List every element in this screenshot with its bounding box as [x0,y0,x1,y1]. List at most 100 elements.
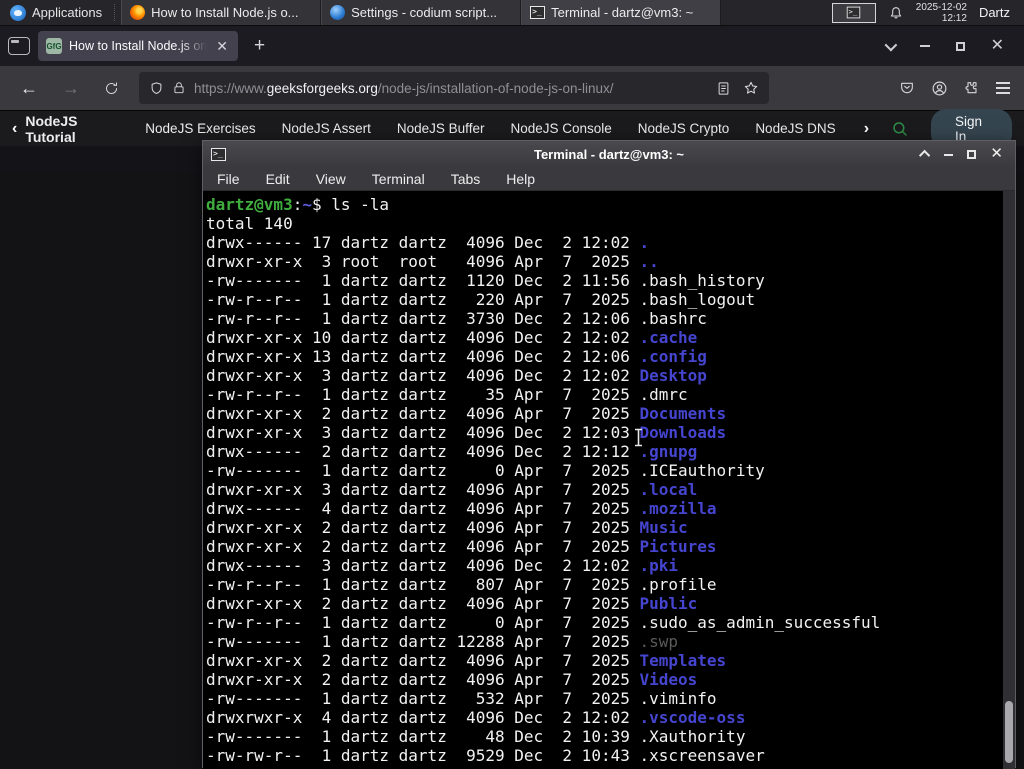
terminal-line: drwxr-xr-x 2 dartz dartz 4096 Apr 7 2025… [206,651,727,670]
terminal-menu-terminal[interactable]: Terminal [372,171,425,187]
terminal-titlebar[interactable]: Terminal - dartz@vm3: ~ ✕ [203,141,1015,167]
terminal-scrollbar[interactable] [1003,191,1015,769]
chevron-left-icon: ‹ [12,119,18,137]
terminal-line: -rw-r--r-- 1 dartz dartz 0 Apr 7 2025 .s… [206,613,881,632]
browser-tab-active[interactable]: GfG How to Install Node.js on ✕ [38,31,238,61]
terminal-line: drwx------ 4 dartz dartz 4096 Apr 7 2025… [206,499,717,518]
reader-mode-icon[interactable] [716,81,731,96]
forward-button[interactable]: → [52,78,90,99]
terminal-line: -rw-r--r-- 1 dartz dartz 3730 Dec 2 12:0… [206,309,707,328]
terminal-line: drwxr-xr-x 3 root root 4096 Apr 7 2025 .… [206,252,659,271]
terminal-shade-icon[interactable] [919,149,931,162]
desktop: Applications How to Install Node.js o...… [0,0,1024,769]
terminal-scrollbar-thumb[interactable] [1005,701,1013,763]
chevron-right-icon[interactable]: › [864,120,869,138]
terminal-menu-view[interactable]: View [316,171,346,187]
user-menu[interactable]: Dartz [979,5,1014,20]
gfg-favicon: GfG [46,38,62,54]
save-to-pocket-icon[interactable] [899,80,915,96]
terminal-line: drwxr-xr-x 10 dartz dartz 4096 Dec 2 12:… [206,328,698,347]
terminal-line: drwxr-xr-x 2 dartz dartz 4096 Apr 7 2025… [206,518,688,537]
site-nav-link[interactable]: NodeJS DNS [755,121,835,136]
terminal-screen[interactable]: dartz@vm3:~$ ls -la total 140 drwx------ 1… [203,191,1015,769]
tracking-shield-icon[interactable] [149,81,164,96]
panel-indicators: 2025-12-02 12:12 Dartz [822,0,1024,25]
workspace-terminal-icon [847,6,861,19]
site-nav-primary-link[interactable]: ‹ NodeJS Tutorial [12,113,123,145]
reload-icon[interactable] [94,81,129,96]
terminal-window-title: Terminal - dartz@vm3: ~ [533,146,685,162]
notifications-bell-icon[interactable] [888,5,904,21]
url-bar[interactable]: https://www.geeksforgeeks.org/node-js/in… [139,72,769,104]
terminal-minimize-icon[interactable] [944,154,954,156]
workspace-switcher[interactable] [831,2,876,23]
browser-close-icon[interactable]: ✕ [991,38,1004,54]
codium-icon [330,5,346,20]
taskbar-button[interactable]: Settings - codium script... [321,0,522,25]
back-button[interactable]: ← [10,78,48,99]
site-nav-link[interactable]: NodeJS Assert [282,121,371,136]
browser-minimize-icon[interactable] [919,45,930,47]
terminal-menu-file[interactable]: File [217,171,240,187]
browser-maximize-icon[interactable] [955,41,965,51]
terminal-line: total 140 [206,214,293,233]
terminal-menu-help[interactable]: Help [506,171,535,187]
taskbar: How to Install Node.js o... Settings - co… [121,0,822,25]
site-nav-link[interactable]: NodeJS Exercises [145,121,255,136]
terminal-line: -rw------- 1 dartz dartz 532 Apr 7 2025 … [206,689,717,708]
browser-tab-bar: GfG How to Install Node.js on ✕ + ✕ [0,26,1024,66]
terminal-maximize-icon[interactable] [967,149,977,159]
terminal-line: -rw------- 1 dartz dartz 1120 Dec 2 11:5… [206,271,765,290]
applications-menu-button[interactable]: Applications [0,0,112,25]
terminal-line: -rw-rw-r-- 1 dartz dartz 9529 Dec 2 10:4… [206,746,765,765]
site-nav-link[interactable]: NodeJS Crypto [638,121,730,136]
list-tabs-icon[interactable] [884,38,897,51]
applications-label: Applications [32,5,103,20]
terminal-line: -rw-r--r-- 1 dartz dartz 220 Apr 7 2025 … [206,290,756,309]
terminal-line: drwxr-xr-x 2 dartz dartz 4096 Apr 7 2025… [206,594,698,613]
taskbar-button-label: Settings - codium script... [351,5,498,20]
taskbar-button[interactable]: Terminal - dartz@vm3: ~ [521,0,722,25]
clock-time: 12:12 [941,12,967,24]
extensions-icon[interactable] [964,80,980,96]
site-search-icon[interactable] [891,120,909,138]
lock-icon[interactable] [172,81,186,95]
terminal-line: drwxrwxr-x 4 dartz dartz 4096 Dec 2 12:0… [206,708,746,727]
url-text[interactable]: https://www.geeksforgeeks.org/node-js/in… [194,81,708,96]
terminal-close-icon[interactable]: ✕ [990,146,1003,161]
site-nav-links: NodeJS Exercises NodeJS Assert NodeJS Buff… [145,121,841,136]
terminal-line: -rw-r--r-- 1 dartz dartz 35 Apr 7 2025 .… [206,385,688,404]
tab-title: How to Install Node.js on [69,39,208,53]
top-panel: Applications How to Install Node.js o...… [0,0,1024,26]
terminal-output: dartz@vm3:~$ ls -la total 140 drwx------ 1… [203,191,1015,765]
terminal-menu-tabs[interactable]: Tabs [451,171,481,187]
terminal-menu-edit[interactable]: Edit [266,171,290,187]
menu-icon[interactable] [996,82,1010,94]
terminal-icon [530,6,546,19]
taskbar-button[interactable]: How to Install Node.js o... [121,0,322,25]
firefox-view-icon[interactable] [8,37,30,55]
terminal-line: drwxr-xr-x 2 dartz dartz 4096 Apr 7 2025… [206,537,717,556]
terminal-line: drwxr-xr-x 2 dartz dartz 4096 Apr 7 2025… [206,404,727,423]
firefox-icon [130,5,146,20]
account-icon[interactable] [931,80,948,97]
tab-close-icon[interactable]: ✕ [214,38,230,55]
terminal-window: Terminal - dartz@vm3: ~ ✕ File Edit View Te… [202,140,1016,769]
site-nav-link[interactable]: NodeJS Console [510,121,611,136]
browser-toolbar: ← → https://www.geeksforgeeks.org/node-j… [0,66,1024,110]
bookmark-star-icon[interactable] [743,80,759,96]
site-nav-link[interactable]: NodeJS Buffer [397,121,485,136]
terminal-window-icon [211,147,226,161]
terminal-line: drwx------ 17 dartz dartz 4096 Dec 2 12:… [206,233,650,252]
clock-date: 2025-12-02 [915,1,967,13]
terminal-line: drwxr-xr-x 3 dartz dartz 4096 Dec 2 12:0… [206,366,707,385]
panel-separator [114,4,119,21]
new-tab-button[interactable]: + [246,35,273,57]
applications-icon [10,4,26,21]
terminal-line: drwxr-xr-x 3 dartz dartz 4096 Dec 2 12:0… [206,423,727,442]
terminal-menubar: File Edit View Terminal Tabs Help [203,167,1015,191]
terminal-line: drwxr-xr-x 3 dartz dartz 4096 Apr 7 2025… [206,480,698,499]
panel-clock[interactable]: 2025-12-02 12:12 [916,2,967,24]
terminal-line: drwxr-xr-x 2 dartz dartz 4096 Apr 7 2025… [206,670,698,689]
terminal-line: -rw------- 1 dartz dartz 0 Apr 7 2025 .I… [206,461,765,480]
